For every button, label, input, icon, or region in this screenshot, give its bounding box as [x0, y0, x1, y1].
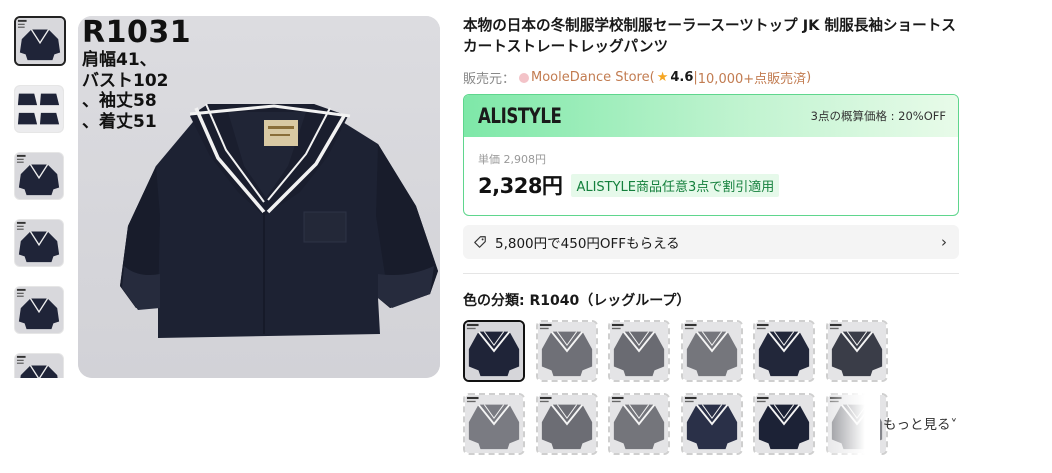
- swatch-thumbnail-icon: [610, 322, 669, 380]
- swatch-thumbnail-icon: [682, 395, 741, 453]
- sold-count: 10,000+点販売済: [697, 72, 807, 87]
- thumbnail-3[interactable]: [14, 152, 64, 200]
- color-swatch-11[interactable]: [753, 393, 816, 455]
- approx-price-note: 3点の概算価格 : 20%OFF: [810, 109, 946, 123]
- price-row: 2,328円 ALISTYLE商品任意3点で割引適用: [478, 170, 958, 200]
- sailor-top-icon: [16, 18, 64, 64]
- swatch-thumbnail-icon: [537, 322, 596, 380]
- swatch-thumbnail-icon: [755, 395, 814, 453]
- chevron-down-icon: ˅: [950, 417, 958, 433]
- thumbnail-5[interactable]: [14, 286, 64, 334]
- size-line-sleeve: 、袖丈58: [82, 91, 157, 111]
- coupon-bar[interactable]: 5,800円で450円OFFもらえる ›: [463, 225, 959, 259]
- store-name-link[interactable]: MooleDance Store: [531, 70, 650, 85]
- seller-prefix: 販売元：: [463, 72, 516, 87]
- size-line-length: 、着丈51: [82, 111, 157, 132]
- color-swatch-4[interactable]: [680, 320, 743, 382]
- thumbnail-1[interactable]: [14, 16, 66, 66]
- model-code: R1031: [82, 16, 192, 50]
- store-logo-icon: [519, 72, 530, 83]
- store-open-paren: (: [649, 70, 655, 85]
- sailor-top-icon: [15, 153, 63, 199]
- color-swatch-1[interactable]: [463, 320, 525, 382]
- color-swatch-10[interactable]: [680, 393, 743, 455]
- see-more-label: もっと見る: [883, 417, 951, 433]
- size-overlay: R1031 肩幅41、 バスト102 、袖丈58 、着丈51: [82, 16, 191, 132]
- color-swatch-6[interactable]: [826, 320, 888, 382]
- swatch-thumbnail-icon: [828, 322, 886, 380]
- thumbnail-strip: [14, 16, 66, 378]
- swatch-thumbnail-icon: [610, 395, 669, 453]
- color-label-prefix: 色の分類:: [463, 293, 530, 309]
- main-product-image[interactable]: R1031 肩幅41、 バスト102 、袖丈58 、着丈51: [78, 16, 440, 378]
- color-selector-label: 色の分類: R1040（レッグループ）: [463, 290, 963, 310]
- color-swatch-9[interactable]: [608, 393, 671, 455]
- thumbnail-6[interactable]: [14, 353, 64, 378]
- size-line-bust: バスト102: [82, 70, 169, 91]
- star-icon: ★: [656, 70, 669, 85]
- promo-header: ALISTYLE 3点の概算価格 : 20%OFF: [464, 95, 958, 137]
- divider: [463, 273, 959, 274]
- color-swatch-5[interactable]: [753, 320, 816, 382]
- alistyle-promo-box: ALISTYLE 3点の概算価格 : 20%OFF 単価 2,908円 2,32…: [463, 94, 959, 216]
- product-title: 本物の日本の冬制服学校制服セーラースーツトップ JK 制服長袖ショートスカートス…: [463, 17, 956, 55]
- unit-price: 単価 2,908円: [478, 153, 546, 166]
- tag-icon: [474, 236, 486, 248]
- store-rating: 4.6: [670, 70, 694, 85]
- swatch-thumbnail-icon: [465, 322, 523, 380]
- color-swatch-7[interactable]: [463, 393, 525, 455]
- sailor-top-grid-icon: [15, 86, 63, 132]
- seller-row: 販売元： MooleDance Store ( ★ 4.6 | 10,000+点…: [463, 68, 963, 87]
- color-swatch-2[interactable]: [535, 320, 598, 382]
- see-more-button[interactable]: もっと見る˅: [883, 413, 957, 433]
- swatch-thumbnail-icon: [537, 395, 596, 453]
- thumbnail-4[interactable]: [14, 219, 64, 267]
- store-close-paren: ): [806, 70, 812, 85]
- thumbnail-2[interactable]: [14, 85, 64, 133]
- promo-body: 単価 2,908円 2,328円 ALISTYLE商品任意3点で割引適用: [464, 137, 958, 200]
- sale-price: 2,328円: [478, 174, 563, 198]
- sailor-top-icon: [15, 354, 63, 378]
- color-swatch-3[interactable]: [608, 320, 671, 382]
- coupon-text: 5,800円で450円OFFもらえる: [495, 236, 680, 252]
- color-swatch-8[interactable]: [535, 393, 598, 455]
- swatch-thumbnail-icon: [465, 395, 523, 453]
- swatch-thumbnail-icon: [682, 322, 741, 380]
- swatch-thumbnail-icon: [755, 322, 814, 380]
- product-info: 本物の日本の冬制服学校制服セーラースーツトップ JK 制服長袖ショートスカートス…: [463, 15, 963, 310]
- selected-color-name: R1040（レッグループ）: [529, 293, 691, 309]
- sailor-top-icon: [15, 220, 63, 266]
- chevron-right-icon: ›: [941, 233, 947, 251]
- discount-tag: ALISTYLE商品任意3点で割引適用: [571, 173, 780, 197]
- size-line-shoulder: 肩幅41、: [82, 50, 157, 70]
- more-fade-overlay: [820, 392, 880, 456]
- sailor-top-icon: [15, 287, 63, 333]
- alistyle-brand-logo: ALISTYLE: [478, 104, 562, 128]
